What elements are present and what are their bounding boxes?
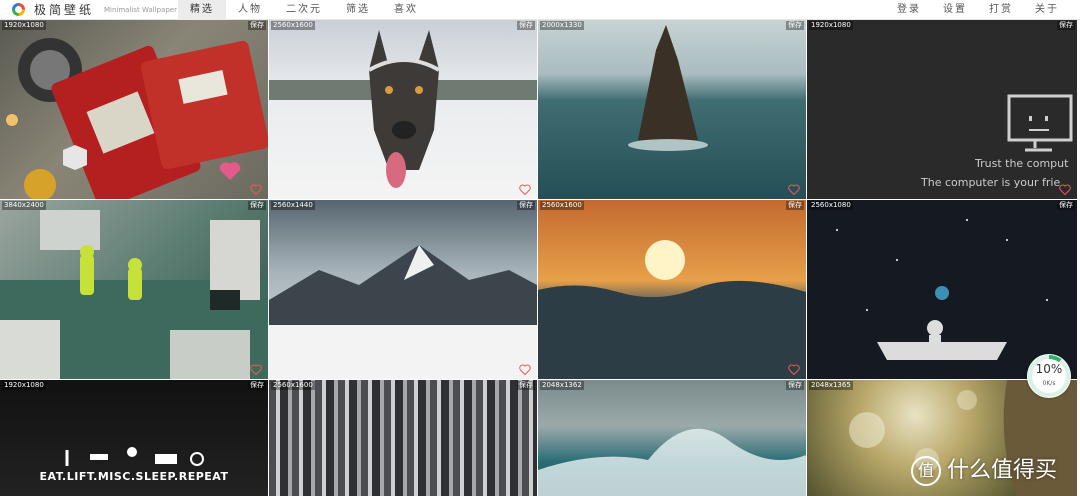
save-button[interactable]: 保存: [517, 201, 535, 210]
watermark-logo-icon: 值: [911, 456, 941, 486]
moon-space-image: [836, 219, 1048, 360]
resolution-label: 1920x1080: [809, 21, 853, 30]
heart-icon[interactable]: [1059, 184, 1071, 195]
save-button[interactable]: 保存: [786, 201, 804, 210]
nav-favorites[interactable]: 喜欢: [382, 0, 430, 20]
save-button[interactable]: 保存: [248, 21, 266, 30]
resolution-label: 2560x1600: [540, 201, 584, 210]
resolution-label: 1920x1080: [2, 21, 46, 30]
sea-rock-image: [628, 25, 708, 151]
brand-subtitle: Minimalist Wallpaper: [104, 6, 177, 14]
wallpaper-text-line-2: The computer is your frie: [921, 176, 1061, 189]
wallpaper-tile[interactable]: 2560x1600 保存: [538, 200, 806, 379]
wallpaper-caption: EAT.LIFT.MISC.SLEEP.REPEAT: [39, 470, 229, 483]
wave-image: [538, 428, 806, 496]
resolution-label: 2560x1080: [809, 201, 853, 210]
wallpaper-tile[interactable]: 2560x1600 保存: [269, 20, 537, 199]
heart-icon[interactable]: [250, 184, 262, 195]
nav-featured[interactable]: 精选: [178, 0, 226, 20]
nav-settings[interactable]: 设置: [932, 0, 978, 20]
console-image: [6, 38, 268, 199]
save-button[interactable]: 保存: [517, 381, 535, 390]
heart-icon[interactable]: [250, 364, 262, 375]
resolution-label: 2560x1440: [271, 201, 315, 210]
resolution-label: 1920x1080: [2, 381, 46, 390]
wallpaper-tile[interactable]: 2560x1080 保存: [807, 200, 1077, 379]
resolution-label: 2560x1600: [271, 21, 315, 30]
nav-about[interactable]: 关于: [1024, 0, 1070, 20]
right-nav: 登录 设置 打赏 关于: [886, 0, 1070, 20]
progress-ring-icon: [1028, 355, 1070, 397]
download-progress-widget[interactable]: 10% 0K/s: [1027, 354, 1071, 398]
main-nav: 精选 人物 二次元 筛选 喜欢: [178, 0, 430, 20]
download-rate: 0K/s: [1042, 380, 1056, 387]
wallpaper-tile[interactable]: 1920x1080 保存: [0, 20, 268, 199]
heart-icon[interactable]: [519, 184, 531, 195]
nav-people[interactable]: 人物: [226, 0, 274, 20]
save-button[interactable]: 保存: [1057, 201, 1075, 210]
mountains-image: [269, 245, 537, 379]
resolution-label: 2048x1365: [809, 381, 853, 390]
watermark-text: 什么值得买: [947, 458, 1058, 483]
sunset-image: [538, 240, 806, 379]
save-button[interactable]: 保存: [248, 201, 266, 210]
top-navigation-bar: 极简壁纸 Minimalist Wallpaper 精选 人物 二次元 筛选 喜…: [0, 0, 1080, 20]
wallpaper-text-line-1: Trust the comput: [975, 157, 1069, 170]
wallpaper-tile[interactable]: Trust the comput The computer is your fr…: [807, 20, 1077, 199]
wallpaper-tile[interactable]: 2000x1330 保存: [538, 20, 806, 199]
save-button[interactable]: 保存: [517, 21, 535, 30]
app-logo-icon[interactable]: [12, 3, 25, 16]
circuit-image: [0, 210, 268, 379]
nav-login[interactable]: 登录: [886, 0, 932, 20]
nav-anime[interactable]: 二次元: [274, 0, 334, 20]
wallpaper-tile[interactable]: EAT.LIFT.MISC.SLEEP.REPEAT 1920x1080 保存: [0, 380, 268, 496]
resolution-label: 2048x1362: [540, 381, 584, 390]
computer-face-image: [1007, 94, 1073, 152]
nav-filter[interactable]: 筛选: [334, 0, 382, 20]
brand-title: 极简壁纸: [34, 3, 95, 17]
nav-donate[interactable]: 打赏: [978, 0, 1024, 20]
watermark: 值什么值得买: [911, 452, 1057, 486]
wallpaper-tile[interactable]: 2560x1600 保存: [269, 380, 537, 496]
wallpaper-tile[interactable]: 2560x1440 保存: [269, 200, 537, 379]
save-button[interactable]: 保存: [1057, 21, 1075, 30]
heart-icon[interactable]: [788, 364, 800, 375]
wolf-image: [269, 30, 537, 188]
save-button[interactable]: 保存: [786, 381, 804, 390]
resolution-label: 2560x1600: [271, 381, 315, 390]
wallpaper-tile[interactable]: 2048x1362 保存: [538, 380, 806, 496]
wallpaper-tile[interactable]: 3840x2400 保存: [0, 200, 268, 379]
download-percent: 10%: [1035, 362, 1063, 376]
resolution-label: 2000x1330: [540, 21, 584, 30]
resolution-label: 3840x2400: [2, 201, 46, 210]
heart-icon[interactable]: [519, 364, 531, 375]
heart-icon[interactable]: [788, 184, 800, 195]
save-button[interactable]: 保存: [786, 21, 804, 30]
save-button[interactable]: 保存: [248, 381, 266, 390]
